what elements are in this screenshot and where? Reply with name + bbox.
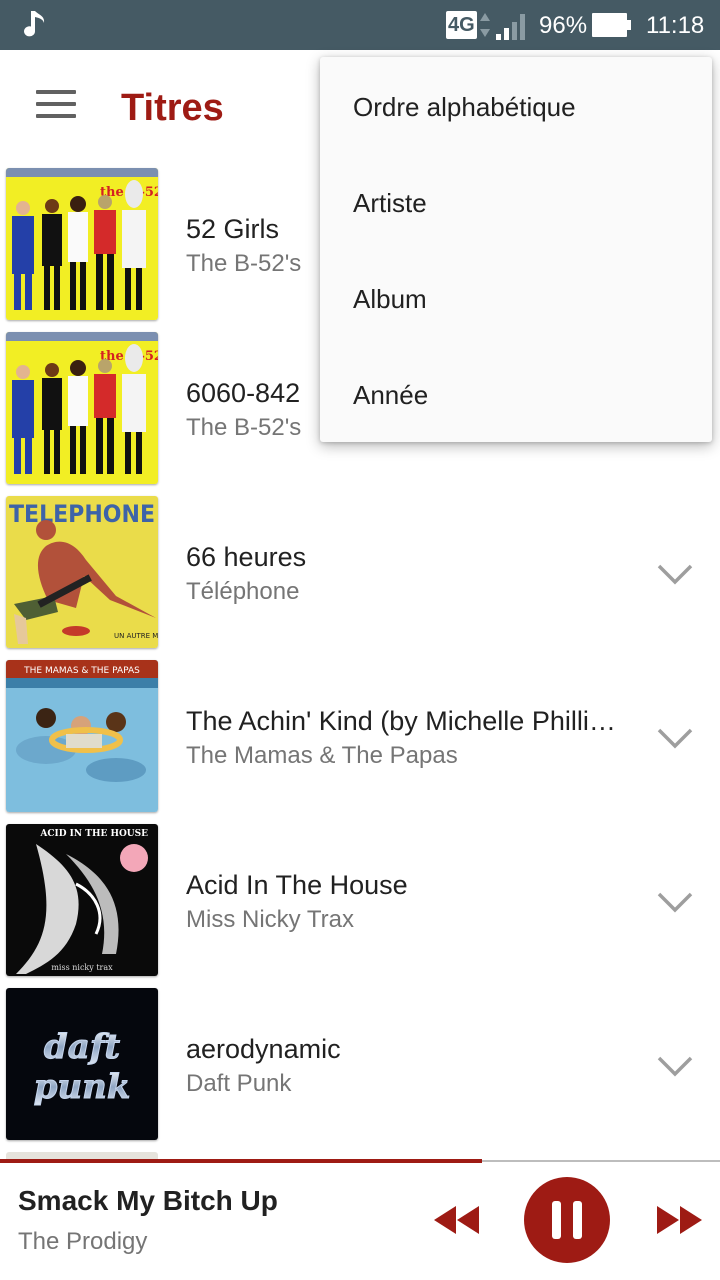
data-activity-icon: [480, 13, 490, 37]
song-title: The Achin' Kind (by Michelle Phillips): [186, 706, 626, 736]
now-playing-bar[interactable]: Smack My Bitch Up The Prodigy: [0, 1163, 720, 1280]
svg-text:UN AUTRE MONDE: UN AUTRE MONDE: [114, 632, 158, 640]
music-note-icon: [24, 11, 45, 37]
song-artist: Miss Nicky Trax: [186, 906, 354, 933]
pause-icon: [552, 1201, 582, 1239]
sort-option-album[interactable]: Album: [320, 251, 712, 347]
network-type-badge: 4G: [446, 11, 477, 39]
chevron-down-icon[interactable]: [654, 720, 696, 756]
cover-text: TELEPHONE: [9, 500, 155, 528]
sort-option-artist[interactable]: Artiste: [320, 155, 712, 251]
battery-percent: 96%: [539, 12, 588, 39]
list-item[interactable]: TELEPHONE UN AUTRE MONDE 66 heures Télép…: [0, 494, 720, 658]
song-artist: The B-52's: [186, 250, 302, 277]
song-title: 6060-842: [186, 378, 301, 408]
album-cover: daft punk: [6, 988, 158, 1140]
clock: 11:18: [646, 12, 705, 39]
svg-text:miss nicky trax: miss nicky trax: [51, 963, 113, 972]
chevron-down-icon[interactable]: [654, 1048, 696, 1084]
song-artist: Daft Punk: [186, 1070, 292, 1097]
list-item[interactable]: daft punk aerodynamic Daft Punk: [0, 986, 720, 1150]
cover-text: ACID IN THE HOUSE: [39, 829, 148, 839]
album-cover: the B-52's: [6, 168, 158, 320]
song-artist: Téléphone: [186, 578, 300, 605]
list-item[interactable]: ACID IN THE HOUSE miss nicky trax Acid I…: [0, 822, 720, 986]
song-title: 66 heures: [186, 542, 307, 572]
cover-text: THE MAMAS & THE PAPAS: [23, 666, 140, 676]
song-title: Acid In The House: [186, 870, 408, 900]
song-title: aerodynamic: [186, 1034, 341, 1064]
song-artist: The B-52's: [186, 414, 302, 441]
album-cover: ACID IN THE HOUSE miss nicky trax: [6, 824, 158, 976]
now-playing-title: Smack My Bitch Up: [18, 1185, 278, 1216]
chevron-down-icon[interactable]: [654, 556, 696, 592]
svg-text:daft: daft: [44, 1027, 120, 1067]
hamburger-menu-icon[interactable]: [36, 90, 76, 120]
sort-menu: Ordre alphabétique Artiste Album Année: [320, 57, 712, 442]
now-playing-artist: The Prodigy: [18, 1228, 148, 1255]
fast-forward-icon[interactable]: [654, 1201, 704, 1239]
album-cover: the B-52's: [6, 332, 158, 484]
album-cover: TELEPHONE UN AUTRE MONDE: [6, 496, 158, 648]
song-artist: The Mamas & The Papas: [186, 742, 458, 769]
signal-icon: [496, 14, 525, 40]
sort-option-year[interactable]: Année: [320, 347, 712, 443]
album-cover: THE MAMAS & THE PAPAS: [6, 660, 158, 812]
pause-button[interactable]: [524, 1177, 610, 1263]
battery-icon: [592, 13, 631, 37]
rewind-icon[interactable]: [432, 1201, 482, 1239]
svg-text:punk: punk: [34, 1067, 131, 1107]
status-bar: 4G 96% 11:18: [0, 0, 720, 50]
list-item[interactable]: THE MAMAS & THE PAPAS The Achin' Kind (b…: [0, 658, 720, 822]
chevron-down-icon[interactable]: [654, 884, 696, 920]
sort-option-alphabetical[interactable]: Ordre alphabétique: [320, 59, 712, 155]
song-title: 52 Girls: [186, 214, 280, 244]
page-title: Titres: [121, 87, 224, 129]
